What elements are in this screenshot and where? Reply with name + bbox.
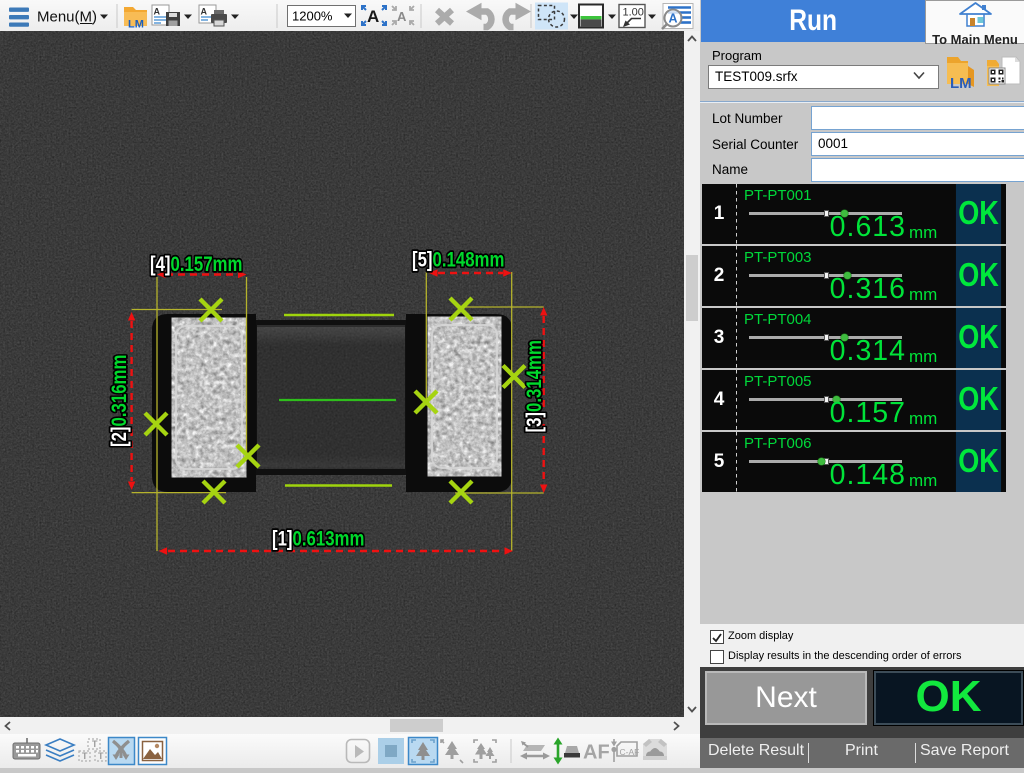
svg-text:A: A — [397, 9, 407, 24]
svg-text:A: A — [669, 12, 678, 26]
svg-text:[5]0.148mm: [5]0.148mm — [412, 249, 504, 272]
svg-text:1.00: 1.00 — [623, 7, 644, 19]
svg-text:T: T — [98, 751, 104, 761]
svg-text:LM: LM — [128, 19, 144, 31]
svg-text:[3]0.314mm: [3]0.314mm — [523, 340, 546, 432]
svg-text:[4]0.157mm: [4]0.157mm — [150, 253, 242, 276]
svg-text:A: A — [367, 7, 379, 26]
svg-text:A: A — [154, 7, 161, 17]
svg-text:[2]0.316mm: [2]0.316mm — [108, 355, 131, 447]
svg-text:T: T — [82, 751, 88, 761]
svg-text:Menu(M): Menu(M) — [37, 9, 97, 26]
svg-text:C-AF: C-AF — [620, 747, 640, 757]
svg-text:A: A — [201, 7, 208, 17]
svg-text:AF: AF — [583, 742, 610, 764]
svg-text:LM: LM — [950, 75, 972, 92]
svg-text:[1]0.613mm: [1]0.613mm — [272, 528, 364, 551]
svg-text:1200%: 1200% — [292, 9, 333, 24]
svg-text:T: T — [92, 739, 98, 749]
